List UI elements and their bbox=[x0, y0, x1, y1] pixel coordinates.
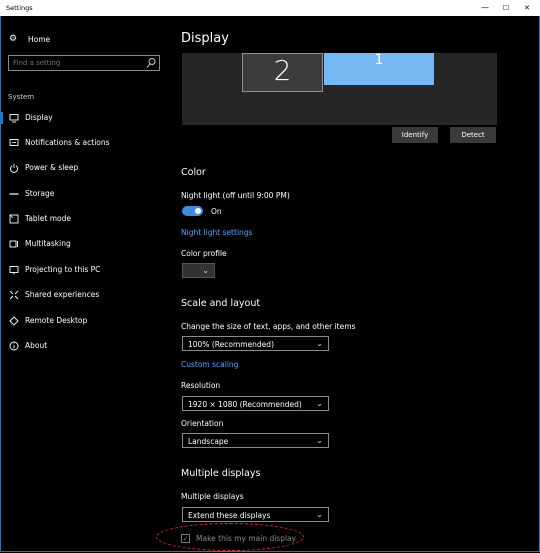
multiple-displays-label: Multiple displays bbox=[181, 492, 244, 501]
remote-icon bbox=[9, 316, 19, 326]
sidebar-item-label: Display bbox=[25, 113, 53, 122]
night-light-state: On bbox=[211, 207, 222, 216]
notification-icon bbox=[9, 139, 19, 146]
scale-value: 100% (Recommended) bbox=[188, 340, 274, 349]
identify-button[interactable]: Identify bbox=[392, 127, 438, 143]
sidebar-item-display[interactable]: Display bbox=[0, 110, 168, 126]
shared-icon bbox=[9, 290, 19, 300]
tablet-icon bbox=[9, 214, 19, 224]
monitor-icon bbox=[9, 114, 19, 123]
scale-dropdown[interactable]: 100% (Recommended) ⌄ bbox=[182, 336, 329, 351]
chevron-down-icon: ⌄ bbox=[316, 510, 323, 519]
monitor-1[interactable]: 1 bbox=[324, 53, 434, 85]
custom-scaling-link[interactable]: Custom scaling bbox=[181, 360, 238, 369]
sidebar-item-multitasking[interactable]: Multitasking bbox=[0, 236, 168, 252]
multiple-displays-dropdown[interactable]: Extend these displays ⌄ bbox=[182, 507, 329, 522]
sidebar-item-label: Multitasking bbox=[25, 239, 71, 248]
orientation-dropdown[interactable]: Landscape ⌄ bbox=[182, 433, 329, 448]
main-content: Display 2 1 Identify Detect Color Night … bbox=[168, 16, 540, 553]
size-label: Change the size of text, apps, and other… bbox=[181, 322, 356, 331]
sidebar-item-label: About bbox=[25, 341, 48, 350]
sidebar: ⚙ Home System Display Notifications & ac… bbox=[0, 16, 168, 553]
night-light-toggle[interactable] bbox=[182, 206, 203, 216]
highlight-annotation bbox=[156, 523, 304, 551]
chevron-down-icon: ⌄ bbox=[316, 399, 323, 408]
color-profile-label: Color profile bbox=[181, 249, 227, 258]
active-indicator bbox=[0, 112, 3, 124]
info-icon bbox=[9, 341, 19, 351]
resolution-value: 1920 × 1080 (Recommended) bbox=[188, 400, 302, 409]
power-icon bbox=[9, 163, 19, 173]
sidebar-item-shared[interactable]: Shared experiences bbox=[0, 287, 168, 303]
chevron-down-icon: ⌄ bbox=[316, 339, 323, 348]
color-profile-dropdown[interactable]: ⌄ bbox=[182, 263, 215, 278]
resolution-label: Resolution bbox=[181, 381, 221, 390]
sidebar-item-power[interactable]: Power & sleep bbox=[0, 160, 168, 176]
close-button[interactable]: ✕ bbox=[520, 2, 534, 14]
display-preview: 2 1 bbox=[182, 53, 497, 125]
sidebar-item-label: Remote Desktop bbox=[25, 316, 88, 325]
minimize-button[interactable]: — bbox=[478, 2, 492, 14]
multitasking-icon bbox=[9, 240, 18, 248]
maximize-button[interactable]: ☐ bbox=[499, 2, 513, 14]
monitor-2[interactable]: 2 bbox=[242, 53, 323, 92]
multiple-displays-heading: Multiple displays bbox=[181, 468, 261, 479]
color-heading: Color bbox=[181, 167, 206, 178]
scale-heading: Scale and layout bbox=[181, 298, 261, 309]
sidebar-item-remote[interactable]: Remote Desktop bbox=[0, 313, 168, 329]
sidebar-item-label: Power & sleep bbox=[25, 163, 79, 172]
sidebar-item-tablet[interactable]: Tablet mode bbox=[0, 211, 168, 227]
projecting-icon bbox=[9, 266, 19, 275]
multiple-displays-value: Extend these displays bbox=[188, 511, 271, 520]
sidebar-item-label: Notifications & actions bbox=[25, 138, 110, 147]
night-light-settings-link[interactable]: Night light settings bbox=[181, 228, 252, 237]
window-title: Settings bbox=[6, 4, 33, 12]
section-label: System bbox=[8, 93, 35, 101]
sidebar-item-label: Tablet mode bbox=[25, 214, 71, 223]
home-link[interactable]: ⚙ Home bbox=[9, 33, 50, 45]
title-bar: Settings — ☐ ✕ bbox=[0, 0, 540, 16]
sidebar-item-label: Projecting to this PC bbox=[25, 265, 101, 274]
search-input[interactable] bbox=[9, 56, 143, 70]
search-box[interactable] bbox=[8, 55, 160, 71]
sidebar-item-notifications[interactable]: Notifications & actions bbox=[0, 135, 168, 151]
resolution-dropdown[interactable]: 1920 × 1080 (Recommended) ⌄ bbox=[182, 396, 329, 411]
sidebar-item-storage[interactable]: Storage bbox=[0, 186, 168, 202]
orientation-value: Landscape bbox=[188, 437, 229, 446]
sidebar-item-label: Shared experiences bbox=[25, 290, 100, 299]
sidebar-item-about[interactable]: About bbox=[0, 338, 168, 354]
gear-icon: ⚙ bbox=[9, 34, 18, 44]
chevron-down-icon: ⌄ bbox=[316, 436, 323, 445]
search-icon[interactable] bbox=[146, 57, 156, 69]
page-title: Display bbox=[181, 31, 229, 46]
storage-icon bbox=[9, 193, 19, 195]
sidebar-item-projecting[interactable]: Projecting to this PC bbox=[0, 262, 168, 278]
chevron-down-icon: ⌄ bbox=[202, 266, 209, 275]
sidebar-item-label: Storage bbox=[25, 189, 55, 198]
orientation-label: Orientation bbox=[181, 419, 224, 428]
night-light-label: Night light (off until 9:00 PM) bbox=[181, 191, 290, 200]
detect-button[interactable]: Detect bbox=[450, 127, 496, 143]
home-label: Home bbox=[28, 34, 51, 44]
